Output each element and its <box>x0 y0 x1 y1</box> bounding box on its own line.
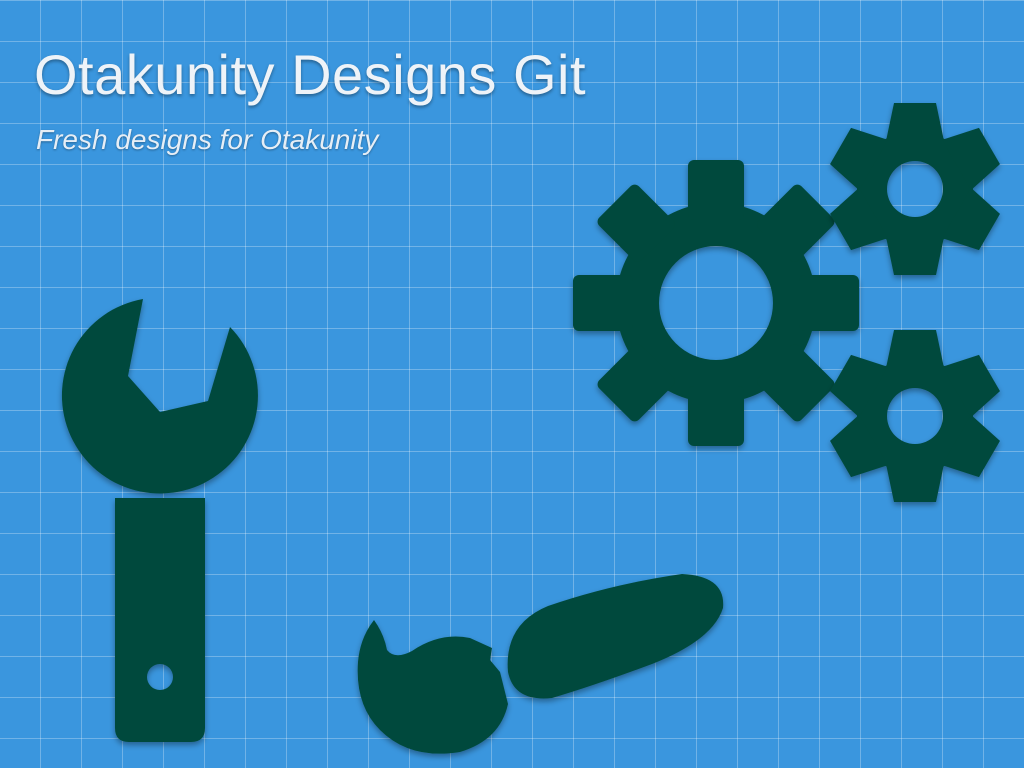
small-gear-icon <box>830 103 1000 275</box>
illustration <box>61 103 1000 754</box>
small-gear-icon <box>830 330 1000 502</box>
wrench-icon <box>61 299 258 742</box>
large-gear-icon <box>573 160 859 446</box>
paintbrush-icon <box>357 574 724 754</box>
